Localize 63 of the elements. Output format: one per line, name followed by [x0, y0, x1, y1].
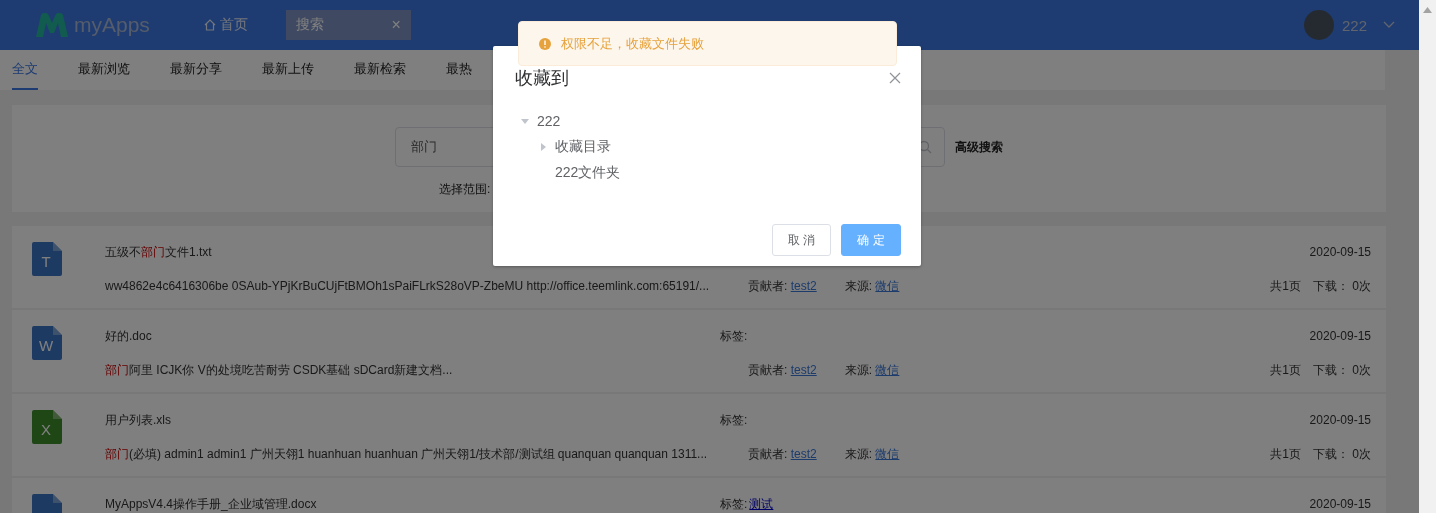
contributor: 贡献者: test2 [748, 361, 817, 379]
tag-link[interactable]: 测试 [749, 495, 774, 513]
contributor: 贡献者: test2 [748, 277, 817, 295]
home-icon [203, 19, 216, 31]
close-button[interactable] [889, 72, 901, 84]
file-title[interactable]: 好的.doc [105, 327, 720, 345]
tab[interactable]: 最新上传 [262, 50, 314, 90]
date: 2020-09-15 [1309, 329, 1371, 343]
source: 来源: 微信 [844, 361, 900, 379]
caret-icon [521, 117, 529, 125]
snippet: 部门(必填) admin1 admin1 广州天翎1 huanhuan huanhuan 广州天翎1/技术部/测试组 quanquan quanquan 1311... [105, 445, 709, 463]
source: 来源: 微信 [844, 445, 900, 463]
date: 2020-09-15 [1309, 497, 1371, 511]
page-count: 共1页 [1270, 277, 1301, 295]
tree-node[interactable]: 222文件夹 [515, 160, 901, 186]
caret-icon [539, 143, 547, 151]
download-count: 下载： 0次 [1312, 445, 1371, 463]
file-icon: X [32, 410, 62, 444]
scroll-up-icon[interactable] [1423, 7, 1432, 13]
confirm-button[interactable]: 确 定 [841, 224, 901, 256]
scrollbar[interactable] [1419, 0, 1436, 513]
tag-label: 标签: [720, 411, 748, 429]
tab[interactable]: 最新分享 [170, 50, 222, 90]
download-count: 下载： 0次 [1312, 277, 1371, 295]
avatar[interactable] [1303, 10, 1334, 40]
cancel-button[interactable]: 取 消 [772, 224, 831, 256]
tree-node[interactable]: 222 [515, 108, 901, 134]
dialog-title: 收藏到 [515, 67, 569, 90]
toast-message: 权限不足，收藏文件失败 [561, 34, 704, 53]
contributor: 贡献者: test2 [748, 445, 817, 463]
logo-icon [36, 13, 68, 37]
source: 来源: 微信 [844, 277, 900, 295]
page-count: 共1页 [1270, 361, 1301, 379]
contributor-link[interactable]: test2 [790, 362, 817, 377]
source-link[interactable]: 微信 [875, 446, 900, 461]
source-link[interactable]: 微信 [875, 278, 900, 293]
home-link[interactable]: 首页 [203, 16, 248, 34]
open-tab[interactable]: 搜索 × [285, 10, 411, 40]
contributor-link[interactable]: test2 [790, 446, 817, 461]
tab[interactable]: 最新检索 [354, 50, 406, 90]
contributor-link[interactable]: test2 [790, 278, 817, 293]
file-icon: T [32, 242, 62, 276]
tab[interactable]: 最新浏览 [78, 50, 130, 90]
warning-icon [539, 37, 551, 50]
tag-label: 标签: [720, 495, 748, 513]
tag-label: 标签: [720, 327, 748, 345]
file-icon: W [32, 326, 62, 360]
scope-label: 选择范围: [439, 181, 491, 198]
tree-node[interactable]: 收藏目录 [515, 134, 901, 160]
close-icon[interactable]: × [391, 16, 401, 34]
page-count: 共1页 [1270, 445, 1301, 463]
source-link[interactable]: 微信 [875, 362, 900, 377]
file-title[interactable]: MyAppsV4.4操作手册_企业域管理.docx [105, 495, 720, 513]
file-title[interactable]: 用户列表.xls [105, 411, 720, 429]
snippet: ww4862e4c6416306be 0SAub-YPjKrBuCUjFtBMOh1sPaiFLrkS28oVP-ZbeMU http://office.teemlink.com:65191/... [105, 279, 711, 293]
date: 2020-09-15 [1309, 245, 1371, 259]
tab[interactable]: 最热 [446, 50, 472, 90]
date: 2020-09-15 [1309, 413, 1371, 427]
snippet: 部门阿里 ICJK你 V的处境吃苦耐劳 CSDK基础 sDCard新建文档... [105, 361, 454, 379]
advanced-search-link[interactable]: 高级搜索 [955, 138, 1003, 156]
tab[interactable]: 全文 [12, 50, 38, 90]
chevron-down-icon[interactable] [1383, 21, 1395, 29]
download-count: 下载： 0次 [1312, 361, 1371, 379]
